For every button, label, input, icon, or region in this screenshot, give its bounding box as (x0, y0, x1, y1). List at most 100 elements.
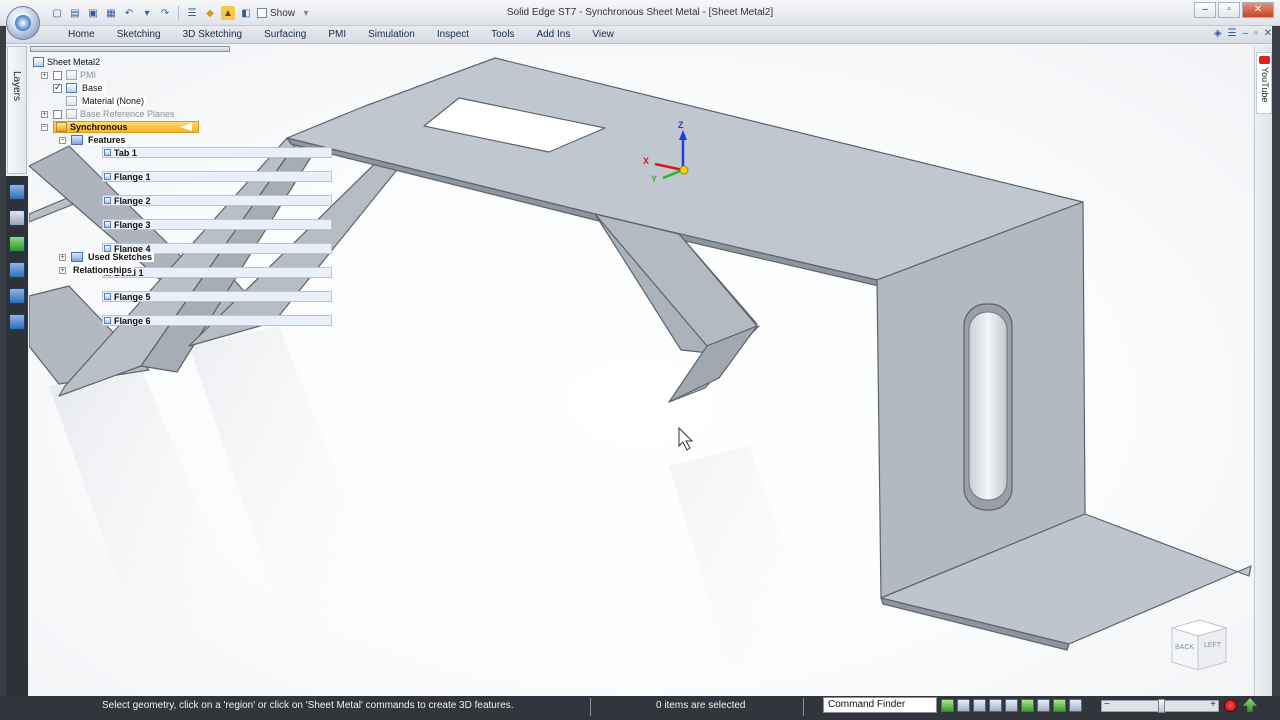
tab-home[interactable]: Home (66, 28, 106, 41)
collapse-icon[interactable]: − (41, 123, 48, 131)
view-tools (941, 699, 1082, 712)
part-icon (33, 57, 44, 67)
synchronous-highlight[interactable]: Synchronous (53, 121, 199, 133)
docking-icon-rail (6, 176, 28, 700)
upload-icon[interactable] (1243, 698, 1257, 712)
base-checkbox[interactable] (53, 82, 62, 93)
tree-item-material[interactable]: Material (None) (66, 95, 147, 107)
minimize-button[interactable]: – (1194, 2, 1216, 18)
sketch-view-icon[interactable] (1037, 699, 1050, 712)
ribbon-tab-bar: Home Sketching 3D Sketching Surfacing PM… (0, 26, 1280, 44)
feature-label: Flange 6 (114, 315, 151, 326)
tree-item-base[interactable]: Base (53, 82, 105, 94)
tree-root[interactable]: Sheet Metal2 (33, 56, 100, 68)
expand-icon[interactable]: + (41, 110, 48, 118)
triad-origin[interactable] (679, 165, 689, 175)
fit-icon[interactable] (989, 699, 1002, 712)
doc-minimize-icon[interactable]: – (1243, 28, 1249, 39)
tab-tools[interactable]: Tools (480, 28, 525, 41)
theme-icon[interactable]: ◈ (1214, 28, 1222, 39)
family-of-parts-icon[interactable] (9, 262, 25, 278)
tree-item-synchronous[interactable]: − Synchronous (41, 121, 199, 133)
reference-planes-checkbox[interactable] (53, 109, 62, 119)
ribbon-tabs: Home Sketching 3D Sketching Surfacing PM… (66, 28, 625, 41)
tab-simulation[interactable]: Simulation (357, 28, 426, 41)
tree-item-used-sketches[interactable]: + Used Sketches (59, 251, 155, 263)
zoom-in-icon[interactable]: + (1210, 699, 1216, 710)
reference-planes-label: Base Reference Planes (80, 109, 175, 119)
feature-flange-6[interactable]: Flange 6 (102, 315, 332, 326)
view-styles-icon[interactable] (1053, 699, 1066, 712)
tab-view[interactable]: View (581, 28, 625, 41)
record-icon[interactable] (1224, 699, 1237, 712)
bead-surface[interactable] (968, 311, 1008, 501)
expand-icon[interactable]: + (41, 71, 48, 79)
layers-label: Layers (11, 71, 22, 102)
tab-3d-sketching[interactable]: 3D Sketching (172, 28, 253, 41)
rotate-icon[interactable] (1021, 699, 1034, 712)
zoom-slider[interactable]: − + (1101, 699, 1219, 713)
expand-icon[interactable]: + (59, 253, 66, 261)
named-views-icon[interactable] (1069, 699, 1082, 712)
layers-tab[interactable]: Layers (7, 46, 27, 174)
view-cube-left[interactable] (1197, 627, 1227, 671)
zoom-area-icon[interactable] (957, 699, 970, 712)
tab-surfacing[interactable]: Surfacing (253, 28, 317, 41)
feature-flange-1[interactable]: Flange 1 (102, 171, 332, 182)
pan-icon[interactable] (1005, 699, 1018, 712)
tab-feature-icon (104, 149, 111, 156)
go-icon[interactable] (941, 699, 954, 712)
material-label: Material (None) (80, 96, 147, 106)
feature-tab-1[interactable]: Tab 1 (102, 147, 332, 158)
coordinate-system-icon (66, 83, 77, 93)
relationships-label: Relationships (71, 265, 135, 275)
sketches-icon (71, 252, 83, 262)
restore-button[interactable]: ▫ (1218, 2, 1240, 18)
pmi-checkbox[interactable] (53, 70, 62, 80)
command-finder-input[interactable]: Command Finder (823, 697, 937, 713)
library-icon[interactable] (9, 210, 25, 226)
graphics-window[interactable]: Z X Y BACK LEFT Sheet Metal2 + PMI Base (29, 46, 1253, 696)
tab-sketching[interactable]: Sketching (106, 28, 172, 41)
view-cube[interactable]: BACK LEFT (1170, 618, 1230, 672)
youtube-tab[interactable]: YouTube (1256, 52, 1272, 114)
application-button[interactable] (6, 6, 40, 40)
zoom-out-icon[interactable]: − (1104, 699, 1110, 710)
youtube-label: YouTube (1260, 67, 1270, 103)
tree-item-pmi[interactable]: + PMI (41, 69, 96, 81)
zoom-icon[interactable] (973, 699, 986, 712)
bead-1[interactable] (963, 303, 1013, 511)
tab-inspect[interactable]: Inspect (426, 28, 480, 41)
tree-item-relationships[interactable]: + Relationships (59, 264, 135, 276)
ribbon-right-tools: ◈ ☰ – ▫ ✕ (1214, 28, 1272, 39)
sheet-metal-model[interactable] (29, 46, 1253, 696)
status-separator (803, 698, 804, 716)
feature-library-icon[interactable] (9, 236, 25, 252)
pathfinder-icon[interactable] (9, 184, 25, 200)
feature-flange-5[interactable]: Flange 5 (102, 291, 332, 302)
doc-close-icon[interactable]: ✕ (1264, 28, 1272, 39)
youtube-icon (1259, 56, 1270, 64)
window-controls: – ▫ ✕ (1194, 2, 1274, 18)
triad-z-label: Z (678, 120, 684, 130)
list-icon[interactable]: ☰ (1228, 28, 1237, 39)
feature-bead-1[interactable]: Bead 1 (102, 267, 332, 278)
collapse-icon[interactable]: − (59, 136, 66, 144)
reflection-shadow (669, 446, 819, 666)
doc-restore-icon[interactable]: ▫ (1254, 28, 1258, 39)
close-button[interactable]: ✕ (1242, 2, 1274, 18)
tree-item-base-reference-planes[interactable]: + Base Reference Planes (41, 108, 175, 120)
sensors-icon[interactable] (9, 314, 25, 330)
feature-flange-3[interactable]: Flange 3 (102, 219, 332, 230)
zoom-slider-thumb[interactable] (1158, 699, 1165, 713)
feature-flange-2[interactable]: Flange 2 (102, 195, 332, 206)
solid-edge-logo-icon (15, 15, 31, 31)
window-title: Solid Edge ST7 - Synchronous Sheet Metal… (506, 7, 774, 18)
expand-icon[interactable]: + (59, 266, 66, 274)
tree-item-features[interactable]: − Features (59, 134, 128, 146)
base-label: Base (80, 83, 105, 93)
pathfinder-toolbar[interactable] (30, 46, 230, 52)
tab-add-ins[interactable]: Add Ins (525, 28, 581, 41)
layers-icon[interactable] (9, 288, 25, 304)
tab-pmi[interactable]: PMI (317, 28, 357, 41)
